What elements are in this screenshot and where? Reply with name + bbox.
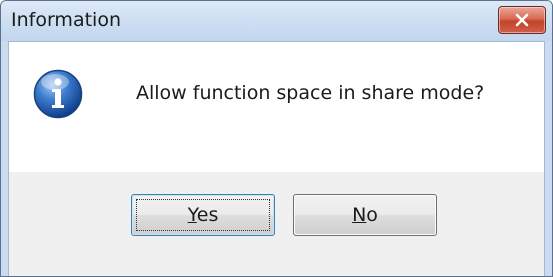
close-x-icon bbox=[515, 13, 529, 27]
title-bar[interactable]: Information bbox=[1, 1, 552, 41]
yes-button[interactable]: Yes bbox=[131, 194, 275, 236]
no-mnemonic: N bbox=[352, 204, 367, 226]
window-title: Information bbox=[11, 9, 121, 31]
message-area: Allow function space in share mode? bbox=[9, 42, 544, 172]
focus-ring bbox=[136, 199, 270, 231]
information-icon bbox=[33, 69, 83, 119]
no-label-rest: o bbox=[366, 204, 378, 226]
close-button[interactable] bbox=[498, 6, 546, 34]
dialog-body: Allow function space in share mode? Yes … bbox=[8, 41, 545, 276]
no-label: No bbox=[352, 204, 378, 226]
message-text: Allow function space in share mode? bbox=[136, 82, 485, 104]
no-button[interactable]: No bbox=[293, 194, 437, 236]
information-dialog: Information Allow function space in shar… bbox=[0, 0, 553, 277]
